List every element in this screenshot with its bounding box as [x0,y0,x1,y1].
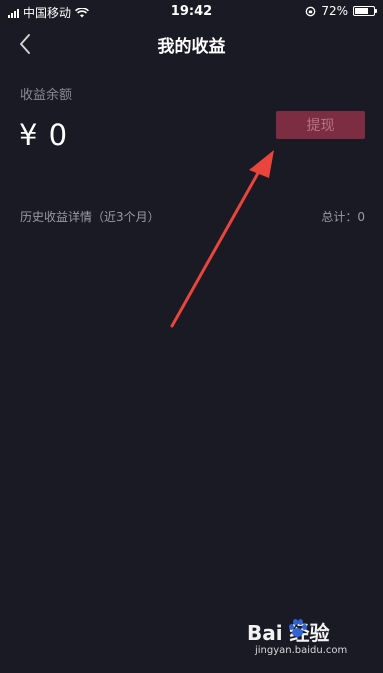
battery-percent: 72% [321,4,348,18]
status-right: 72% [305,4,377,18]
withdraw-button[interactable]: 提现 [276,111,365,139]
balance-amount: ¥ 0 [19,118,69,152]
balance-label: 收益余额 [20,88,73,103]
annotation-arrow-head [249,150,274,178]
battery-fill [355,8,368,14]
history-row[interactable]: 历史收益详情（近3个月） 总计：0 [20,208,365,226]
battery-icon [353,6,377,16]
watermark-url: jingyan.baidu.com [255,645,348,656]
status-bar: 中国移动 19:42 72% [0,0,383,24]
history-total: 总计：0 [321,210,365,224]
baidu-jingyan-watermark: Bai 经验 jingyan.baidu.com [247,617,357,661]
baidu-paw-icon [287,618,307,638]
nav-bar: 我的收益 [0,24,383,64]
annotation-arrow-shaft [170,164,264,328]
page-title: 我的收益 [157,37,226,57]
history-label: 历史收益详情（近3个月） [20,210,160,224]
rotation-lock-icon [305,6,316,16]
